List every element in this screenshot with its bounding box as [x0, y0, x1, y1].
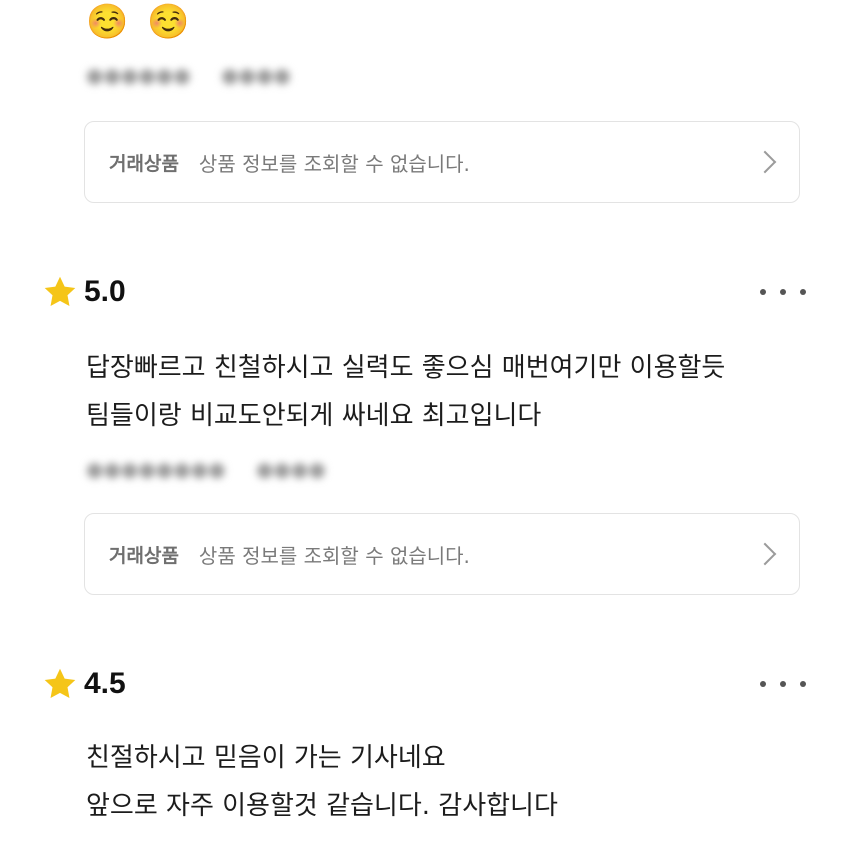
review-line: 앞으로 자주 이용할것 같습니다. 감사합니다: [86, 791, 558, 821]
review-header: 4.5: [42, 662, 806, 706]
star-icon: [44, 668, 76, 698]
product-card[interactable]: 거래상품 상품 정보를 조회할 수 없습니다.: [84, 513, 800, 595]
review-header: 5.0: [42, 270, 806, 314]
product-card-text: 상품 정보를 조회할 수 없습니다.: [198, 151, 470, 176]
star-icon: [44, 276, 76, 306]
chevron-right-icon: [753, 542, 777, 566]
more-horizontal-icon[interactable]: [760, 280, 806, 304]
review-author: ●●●●●●●●: [86, 457, 226, 481]
review-date: ●●●●: [255, 457, 326, 481]
product-card-label: 거래상품: [109, 152, 179, 175]
review-date: ●●●●: [221, 63, 291, 87]
review-body: 답장빠르고 친철하시고 실력도 좋으심 매번여기만 이용할듯 팀들이랑 비교도안…: [86, 344, 806, 440]
product-card-label: 거래상품: [109, 544, 179, 567]
review-line: 답장빠르고 친철하시고 실력도 좋으심 매번여기만 이용할듯: [86, 353, 726, 383]
review-meta-blurred: ●●●●●● ●●●●: [86, 62, 315, 88]
review-meta-blurred: ●●●●●●●● ●●●●: [86, 456, 350, 482]
review-rating: 5.0: [84, 275, 126, 308]
review-emoji-text: ☺️ ☺️: [86, 2, 194, 42]
review-author: ●●●●●●: [86, 63, 191, 87]
review-body: 친절하시고 믿음이 가는 기사네요 앞으로 자주 이용할것 같습니다. 감사합니…: [86, 734, 806, 830]
more-horizontal-icon[interactable]: [760, 672, 806, 696]
review-line: 친절하시고 믿음이 가는 기사네요: [86, 743, 446, 773]
product-card[interactable]: 거래상품 상품 정보를 조회할 수 없습니다.: [84, 121, 800, 203]
review-rating: 4.5: [84, 667, 126, 700]
review-line: 팀들이랑 비교도안되게 싸네요 최고입니다: [86, 401, 542, 431]
chevron-right-icon: [753, 150, 777, 174]
product-card-text: 상품 정보를 조회할 수 없습니다.: [198, 543, 470, 568]
